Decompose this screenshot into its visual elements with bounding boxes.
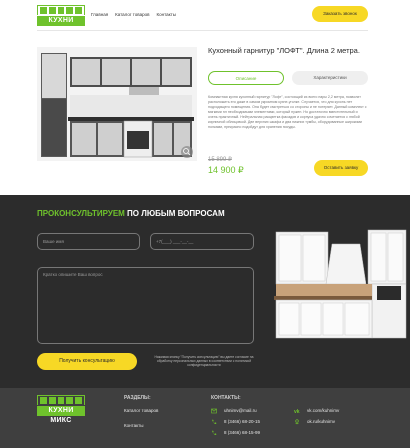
footer-phone-1[interactable]: 8 (3466) 68-20-15 (224, 419, 260, 424)
phone-icon (212, 419, 217, 425)
site-header: КУХНИ МИКС Главная Каталог товаров Конта… (0, 0, 410, 34)
price: 14 900 ₽ (208, 165, 244, 175)
nav-catalog[interactable]: Каталог товаров (115, 12, 149, 17)
main-nav: Главная Каталог товаров Контакты (91, 12, 176, 17)
product-title: Кухонный гарнитур "ЛОФТ". Длина 2 метра. (208, 46, 360, 55)
ok-icon (295, 419, 299, 425)
footer-logo-text: КУХНИ МИКС (37, 406, 85, 424)
order-button[interactable]: Оставить заявку (314, 160, 368, 176)
old-price: 15 899 ₽ (208, 157, 232, 163)
tab-characteristics[interactable]: Характеристики (292, 71, 368, 85)
name-input[interactable]: Ваше имя (37, 233, 140, 250)
question-textarea[interactable]: Кратко опишите Ваш вопрос (37, 267, 254, 344)
zoom-icon[interactable] (181, 146, 193, 158)
footer-email[interactable]: uhnimv@mail.ru (224, 408, 257, 413)
header-divider (37, 30, 368, 31)
footer-link-contacts[interactable]: Контакты (124, 423, 143, 428)
consult-title-accent: ПРОКОНСУЛЬТИРУЕМ (37, 209, 125, 218)
consult-title: ПРОКОНСУЛЬТИРУЕМ ПО ЛЮБЫМ ВОПРОСАМ (37, 209, 225, 218)
kitchen-image (272, 222, 410, 340)
mail-icon (211, 408, 217, 414)
nav-home[interactable]: Главная (91, 12, 108, 17)
footer-phone-2[interactable]: 8 (3466) 68-15-99 (224, 430, 260, 435)
footer-logo-bars (40, 397, 82, 404)
logo-text: КУХНИ МИКС (37, 16, 85, 34)
logo[interactable]: КУХНИ МИКС (37, 5, 85, 34)
product-image[interactable] (37, 47, 197, 161)
call-request-button[interactable]: Заказать звонок (312, 6, 368, 22)
footer-ok[interactable]: ok.ru/kuhnimv (307, 419, 335, 424)
vk-icon: vk (294, 409, 300, 414)
phone-input[interactable]: +7(___) ___-__-__ (150, 233, 254, 250)
footer-vk[interactable]: vk.com/kuhnimv (307, 408, 339, 413)
consent-text: Нажимая кнопку "Получить консультацию" в… (154, 355, 254, 368)
footer-sections-heading: РАЗДЕЛЫ: (124, 395, 151, 401)
footer-contacts-heading: КОНТАКТЫ: (211, 395, 241, 401)
nav-contacts[interactable]: Контакты (157, 12, 176, 17)
product-description: Компактная кухня кухонный гарнитур "Лофт… (208, 95, 367, 129)
svg-text:vk: vk (294, 409, 300, 414)
consult-title-rest: ПО ЛЮБЫМ ВОПРОСАМ (124, 209, 225, 218)
footer-link-catalog[interactable]: Каталог товаров (124, 408, 158, 413)
phone-icon (212, 430, 217, 436)
footer-logo[interactable]: КУХНИ МИКС (37, 395, 85, 424)
logo-bars (40, 7, 82, 14)
consult-submit-button[interactable]: Получить консультацию (37, 353, 137, 370)
tab-description[interactable]: Описание (208, 71, 284, 85)
